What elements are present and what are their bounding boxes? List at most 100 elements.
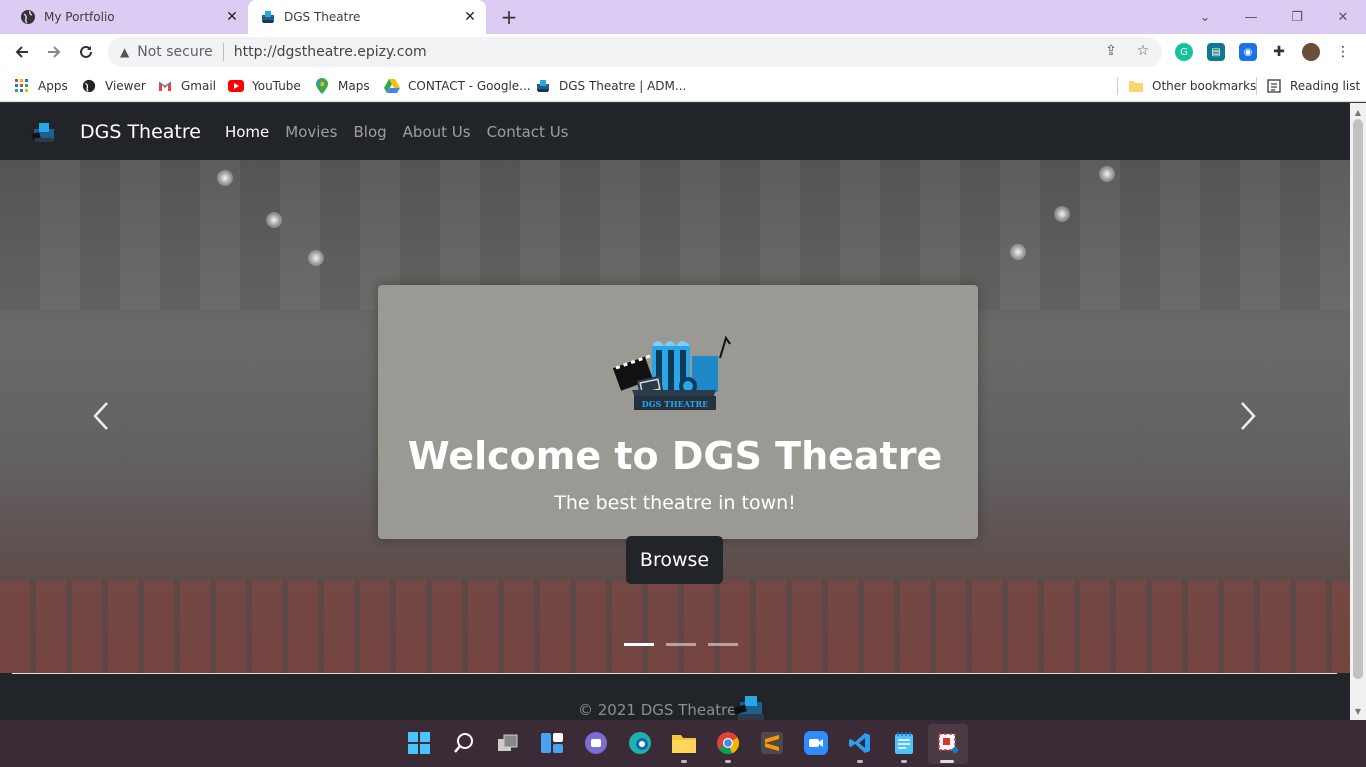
chevron-right-icon (1241, 402, 1256, 430)
hero-title: Welcome to DGS Theatre (407, 434, 943, 478)
teams-chat-icon[interactable] (583, 730, 609, 756)
nav-link-movies[interactable]: Movies (285, 123, 337, 141)
reading-list-icon (1266, 78, 1282, 94)
nav-link-home[interactable]: Home (225, 123, 269, 141)
dgs-logo-icon (535, 78, 551, 94)
carousel-indicator[interactable] (624, 643, 654, 646)
tab-strip: My Portfolio ✕ DGS Theatre ✕ + ⌄ — ❐ ✕ (0, 0, 1366, 34)
restore-button[interactable]: ❐ (1274, 0, 1320, 34)
widgets-icon[interactable] (539, 730, 565, 756)
ceiling-light (1054, 206, 1070, 222)
close-icon[interactable]: ✕ (222, 7, 242, 27)
tab-dgs-theatre[interactable]: DGS Theatre ✕ (248, 0, 486, 34)
bookmark-label: CONTACT - Google... (408, 79, 531, 93)
extensions-puzzle-icon[interactable]: ✚ (1270, 43, 1288, 61)
back-button[interactable] (8, 38, 36, 66)
site-footer: © 2021 DGS Theatre (0, 673, 1350, 720)
scrollbar-thumb[interactable] (1353, 119, 1363, 679)
apps-grid-icon (14, 78, 30, 94)
avatar[interactable] (1302, 43, 1320, 61)
tab-search-icon[interactable]: ⌄ (1182, 0, 1228, 34)
nav-link-about[interactable]: About Us (403, 123, 471, 141)
running-indicator (940, 760, 954, 763)
nav-link-blog[interactable]: Blog (353, 123, 386, 141)
bookmarks-bar: Apps Viewer Gmail YouTube Maps CONTACT -… (0, 70, 1366, 102)
divider (222, 43, 224, 61)
nav-link-contact[interactable]: Contact Us (487, 123, 569, 141)
bookmark-label: Other bookmarks (1152, 79, 1257, 93)
carousel-next-button[interactable] (1233, 398, 1263, 434)
warning-icon: ▲ (120, 45, 130, 59)
chrome-icon[interactable] (715, 730, 741, 756)
gmail-icon (157, 78, 173, 94)
bookmark-label: YouTube (252, 79, 301, 93)
close-icon[interactable]: ✕ (460, 7, 480, 27)
site-navbar: DGS Theatre Home Movies Blog About Us Co… (0, 103, 1350, 160)
search-icon[interactable] (451, 730, 477, 756)
reload-button[interactable] (72, 38, 100, 66)
scroll-up-icon[interactable]: ▲ (1350, 105, 1366, 119)
window-close-button[interactable]: ✕ (1320, 0, 1366, 34)
bookmark-apps[interactable]: Apps (14, 76, 68, 96)
brand-logo[interactable] (30, 120, 58, 144)
bookmark-gmail[interactable]: Gmail (157, 76, 216, 96)
bookmark-dgs-admin[interactable]: DGS Theatre | ADM... (535, 76, 686, 96)
grammarly-icon[interactable]: G (1175, 43, 1193, 61)
url-text: http://dgstheatre.epizy.com (233, 44, 427, 60)
carousel-prev-button[interactable] (86, 398, 116, 434)
forward-button[interactable] (40, 38, 68, 66)
reading-list-button[interactable]: Reading list (1266, 76, 1360, 96)
carousel-indicator[interactable] (708, 643, 738, 646)
ceiling-light (266, 212, 282, 228)
globe-icon (81, 78, 97, 94)
bookmark-viewer[interactable]: Viewer (81, 76, 146, 96)
menu-icon[interactable]: ⋮ (1334, 43, 1352, 61)
minimize-button[interactable]: — (1228, 0, 1274, 34)
bookmark-label: Apps (38, 79, 68, 93)
bookmark-maps[interactable]: Maps (314, 76, 370, 96)
start-icon[interactable] (406, 730, 432, 756)
ceiling-light (1099, 166, 1115, 182)
running-indicator (901, 760, 907, 763)
bookmark-contact[interactable]: CONTACT - Google... (384, 76, 531, 96)
screen-record-icon[interactable]: ◉ (1239, 43, 1257, 61)
tab-title: My Portfolio (44, 10, 115, 24)
scroll-down-icon[interactable]: ▼ (1350, 704, 1366, 718)
snipping-tool-icon[interactable] (935, 730, 961, 756)
bookmark-label: Gmail (181, 79, 217, 93)
vscode-icon[interactable] (847, 730, 873, 756)
extension-icon[interactable]: ▤ (1207, 43, 1225, 61)
bookmark-label: Maps (338, 79, 370, 93)
maps-icon (314, 78, 330, 94)
star-icon[interactable]: ☆ (1134, 42, 1152, 60)
new-tab-button[interactable]: + (498, 5, 520, 29)
ceiling-light (217, 170, 233, 186)
brand-name[interactable]: DGS Theatre (80, 121, 201, 143)
zoom-icon[interactable] (803, 730, 829, 756)
sublime-text-icon[interactable] (759, 730, 785, 756)
copyright-text: © 2021 DGS Theatre (578, 701, 737, 719)
address-bar[interactable]: ▲ Not secure http://dgstheatre.epizy.com (108, 37, 1162, 67)
page-scrollbar[interactable]: ▲ ▼ (1350, 103, 1366, 720)
carousel-indicator[interactable] (666, 643, 696, 646)
google-drive-icon (384, 78, 400, 94)
tab-title: DGS Theatre (284, 10, 361, 24)
globe-icon (20, 9, 36, 25)
tab-my-portfolio[interactable]: My Portfolio ✕ (8, 0, 248, 34)
ceiling-light (308, 250, 324, 266)
browse-button[interactable]: Browse (626, 536, 723, 584)
bookmark-other[interactable]: Other bookmarks (1128, 76, 1256, 96)
bookmark-label: DGS Theatre | ADM... (559, 79, 687, 93)
bookmark-label: Viewer (105, 79, 146, 93)
bookmark-youtube[interactable]: YouTube (228, 76, 301, 96)
divider (12, 673, 1337, 674)
edge-icon[interactable] (627, 730, 653, 756)
footer-logo (733, 696, 764, 720)
notepad-icon[interactable] (891, 730, 917, 756)
logo-text: DGS THEATRE (642, 399, 708, 409)
file-explorer-icon[interactable] (671, 730, 697, 756)
theatre-seats (0, 580, 1350, 673)
divider (1256, 77, 1257, 95)
task-view-icon[interactable] (495, 730, 521, 756)
share-icon[interactable]: ⇪ (1102, 42, 1120, 60)
